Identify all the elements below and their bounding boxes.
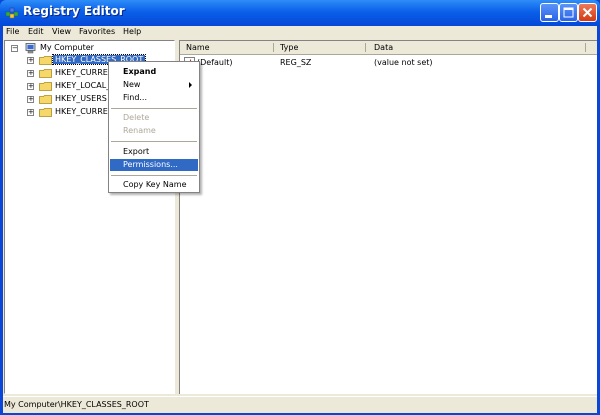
column-divider[interactable]	[585, 43, 586, 52]
context-item-permissions[interactable]: Permissions...	[110, 159, 198, 171]
tree-node-label: HKEY_USERS	[55, 94, 107, 103]
context-separator	[111, 108, 197, 109]
registry-app-icon	[5, 7, 19, 19]
context-item-new[interactable]: New	[110, 79, 198, 91]
status-bar: My Computer\HKEY_CLASSES_ROOT	[3, 396, 597, 413]
expand-icon[interactable]: +	[27, 57, 34, 64]
minimize-icon	[545, 15, 552, 18]
menu-view[interactable]: View	[52, 27, 71, 36]
column-header-name[interactable]: Name	[186, 43, 210, 52]
column-divider[interactable]	[365, 43, 366, 52]
context-item-copy-key-name[interactable]: Copy Key Name	[110, 179, 198, 191]
list-row[interactable]: ab (Default) REG_SZ (value not set)	[180, 55, 597, 68]
folder-icon	[39, 108, 52, 117]
column-divider[interactable]	[273, 43, 274, 52]
context-item-expand[interactable]: Expand	[110, 66, 198, 78]
title-bar[interactable]: Registry Editor	[0, 0, 600, 26]
context-item-export[interactable]: Export	[110, 146, 198, 158]
value-data: (value not set)	[374, 58, 433, 67]
close-button[interactable]	[578, 3, 597, 22]
maximize-button[interactable]	[559, 3, 578, 22]
collapse-icon[interactable]: −	[11, 45, 18, 52]
expand-icon[interactable]: +	[27, 83, 34, 90]
expand-icon[interactable]: +	[27, 70, 34, 77]
tree-node-label: HKEY_CURREN	[55, 68, 114, 77]
menu-file[interactable]: File	[6, 27, 19, 36]
computer-icon	[25, 43, 36, 54]
folder-icon	[39, 82, 52, 91]
registry-editor-window: Registry Editor File Edit View Favorites…	[0, 0, 600, 415]
context-separator	[111, 175, 197, 176]
maximize-icon	[563, 7, 574, 18]
menu-favorites[interactable]: Favorites	[79, 27, 115, 36]
menu-bar: File Edit View Favorites Help	[3, 26, 597, 40]
expand-icon[interactable]: +	[27, 96, 34, 103]
context-menu: Expand New Find... Delete Rename Export …	[108, 61, 200, 193]
window-title: Registry Editor	[23, 4, 125, 18]
tree-node-label: HKEY_LOCAL_	[55, 81, 111, 90]
column-header-type[interactable]: Type	[280, 43, 298, 52]
context-item-delete[interactable]: Delete	[110, 112, 198, 124]
client-area: File Edit View Favorites Help − My Compu…	[3, 26, 597, 413]
value-type: REG_SZ	[280, 58, 312, 67]
minimize-button[interactable]	[540, 3, 559, 22]
status-path: My Computer\HKEY_CLASSES_ROOT	[4, 400, 149, 409]
values-list[interactable]: Name Type Data ab (Default) REG_SZ (valu…	[179, 40, 597, 394]
folder-icon	[39, 56, 52, 65]
expand-icon[interactable]: +	[27, 109, 34, 116]
menu-help[interactable]: Help	[123, 27, 141, 36]
context-item-rename[interactable]: Rename	[110, 125, 198, 137]
value-name: (Default)	[197, 58, 233, 67]
folder-icon	[39, 95, 52, 104]
tree-root-label: My Computer	[40, 43, 94, 52]
folder-icon	[39, 69, 52, 78]
menu-edit[interactable]: Edit	[28, 27, 44, 36]
context-separator	[111, 141, 197, 142]
tree-node-my-computer[interactable]: − My Computer	[11, 43, 161, 54]
context-item-find[interactable]: Find...	[110, 92, 198, 104]
column-header-data[interactable]: Data	[374, 43, 393, 52]
list-header: Name Type Data	[180, 41, 597, 55]
submenu-arrow-icon	[189, 82, 192, 88]
tree-node-label: HKEY_CURREN	[55, 107, 114, 116]
close-icon	[582, 7, 593, 18]
